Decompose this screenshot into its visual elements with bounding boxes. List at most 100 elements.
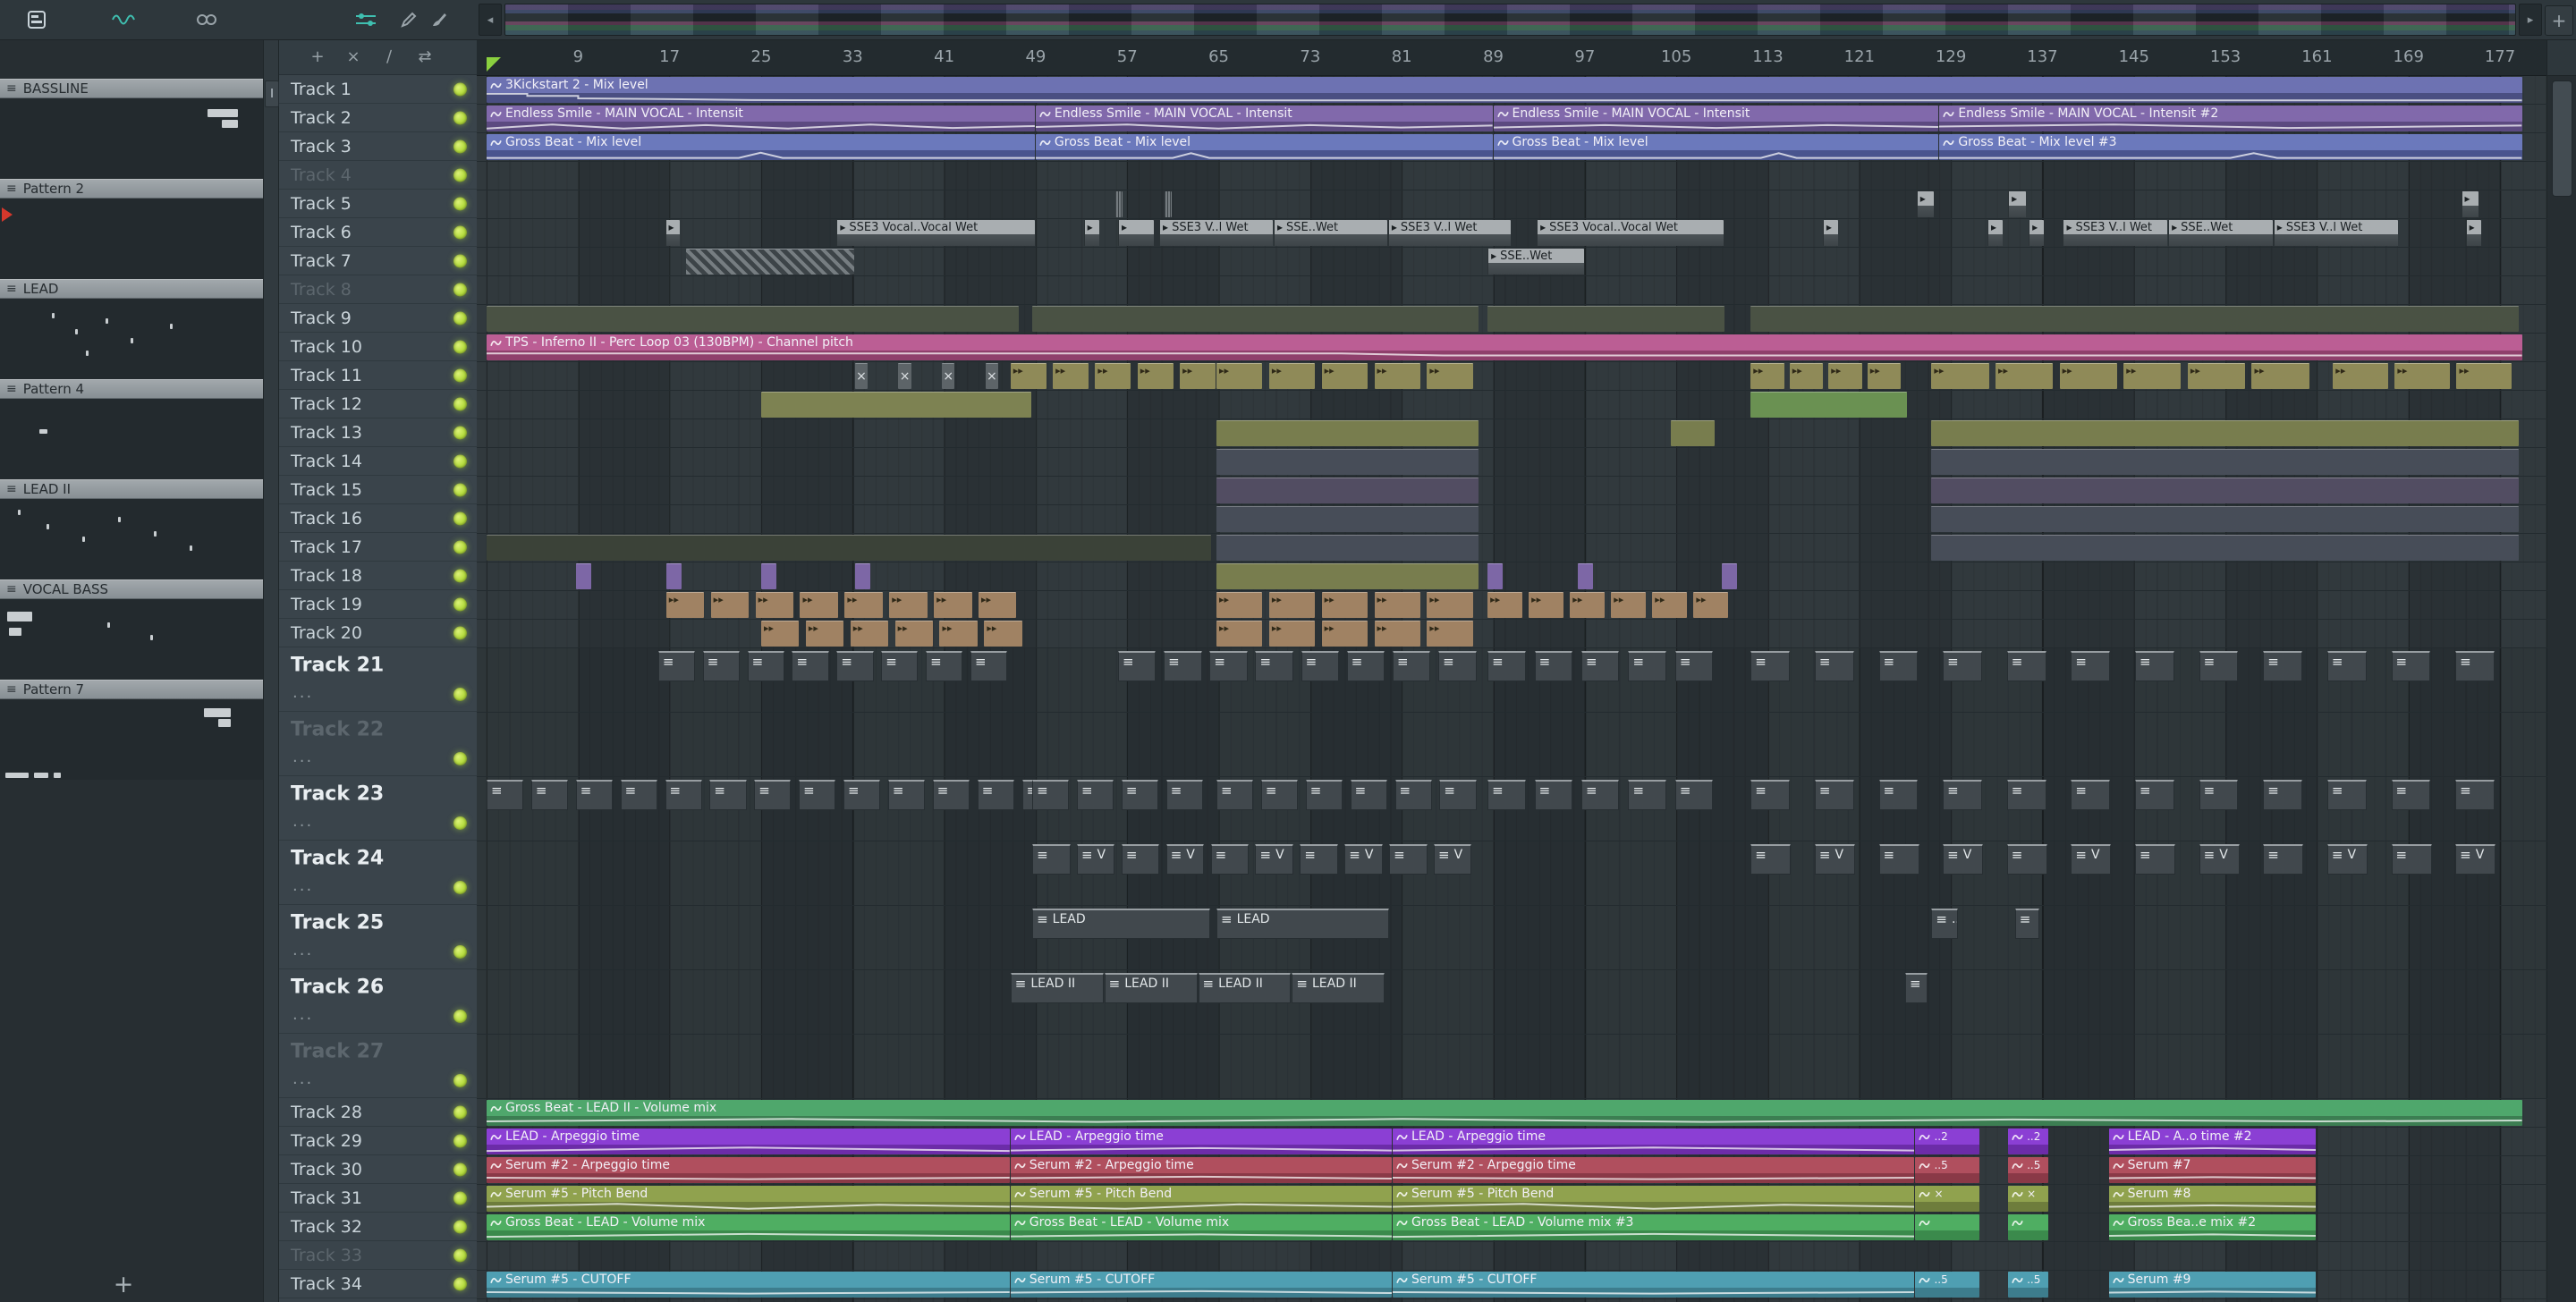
pattern-mini-clip[interactable]: ≡ [1878,651,1919,681]
pattern-entry[interactable]: ≡ LEAD II [0,479,263,579]
loop-clip[interactable]: ▸▸ [2456,363,2512,389]
automation-clip[interactable]: LEAD - Arpeggio time [1010,1129,1392,1154]
pattern-mini-clip[interactable]: ≡ [792,651,829,681]
loop-clip[interactable]: ▸▸ [2187,363,2246,389]
pattern-entry[interactable]: ≡ LEAD [0,279,263,379]
track-lane[interactable]: ≡ ≡ ≡ ≡ ≡ ≡ ≡ ≡ ≡ ≡ ≡ ≡ ≡ ≡ ≡ ≡ ≡ ≡ ≡ ≡ ≡ ≡ ≡ ≡ ≡ ≡ ≡ ≡ ≡ ≡ ≡ ≡ ≡ [477,648,2547,713]
track-lane[interactable] [477,713,2547,777]
loop-clip[interactable]: ▸▸ [850,621,889,647]
scrollbar-thumb[interactable] [2552,80,2572,197]
automation-clip[interactable]: × [1915,1186,1980,1212]
loop-clip[interactable]: ▸▸ [889,592,928,618]
track-lane[interactable] [477,448,2547,477]
pattern-mini-clip[interactable]: ≡ [1487,780,1526,810]
track-led[interactable] [453,197,467,210]
loop-clip[interactable]: ▸▸ [1570,592,1605,618]
pattern-mini-clip[interactable]: ≡ [1346,651,1385,681]
track-lane[interactable]: Gross Beat - Mix level Gross Beat - Mix l… [477,133,2547,162]
track-header[interactable]: Track 33 [279,1241,477,1270]
track-header[interactable]: Track 29 [279,1127,477,1155]
audio-clip[interactable]: ▸ [1118,220,1154,246]
pattern-clip[interactable] [1216,478,1479,503]
pattern-mini-clip[interactable]: ≡ V [1344,844,1383,875]
pattern-mini-clip[interactable]: ≡ [1581,651,1620,681]
pattern-mini-clip[interactable]: ≡ [1628,651,1666,681]
loop-clip[interactable]: ▸▸ [1095,363,1131,389]
automation-clip[interactable]: Serum #2 - Arpeggio time [1392,1157,1915,1183]
track-lane[interactable]: Serum #2 - Arpeggio time Serum #2 - Arpeg… [477,1156,2547,1185]
track-led[interactable] [453,626,467,639]
automation-clip[interactable] [1915,1214,1980,1240]
track-header[interactable]: Track 28 [279,1098,477,1127]
track-header[interactable]: Track 23... [279,776,477,841]
track-lane[interactable]: LEAD - Arpeggio time LEAD - Arpeggio time… [477,1128,2547,1156]
loop-clip[interactable]: ▸▸ [1374,621,1420,647]
automation-clip[interactable]: ..2 [2008,1129,2049,1154]
playback-start-marker[interactable] [487,57,501,72]
track-lane[interactable]: TPS - Inferno II - Perc Loop 03 (130BPM)… [477,334,2547,362]
loop-clip[interactable]: ▸▸ [984,621,1022,647]
track-lane[interactable]: 3Kickstart 2 - Mix level [477,76,2547,105]
pattern-mini-clip[interactable]: ≡ V [1165,844,1205,875]
pattern-clip[interactable] [854,563,870,589]
track-lane[interactable] [477,1242,2547,1271]
track-header[interactable]: Track 7 [279,247,477,275]
pattern-mini-clip[interactable]: ≡ V [2455,844,2496,875]
track-lane[interactable] [477,562,2547,591]
track-header[interactable]: Track 22... [279,712,477,776]
track-header[interactable]: Track 3 [279,132,477,161]
muted-clip[interactable]: × [854,363,869,389]
pattern-mini-clip[interactable]: ≡ [1438,651,1477,681]
track-header[interactable]: Track 5 [279,190,477,218]
pattern-clip[interactable] [1931,420,2519,446]
track-header[interactable]: Track 16 [279,504,477,533]
pattern-mini-clip[interactable]: ≡ [1750,780,1791,810]
pattern-mini-clip[interactable]: ≡ [665,780,702,810]
pattern-mini-clip[interactable]: ≡ [620,780,657,810]
loop-clip[interactable]: ▸▸ [894,621,934,647]
pattern-mini-clip[interactable]: ≡ [1439,780,1477,810]
scroll-right-button[interactable]: ▸ [2519,4,2542,36]
audio-clip[interactable]: ▸ [2461,191,2479,217]
track-header[interactable]: Track 26... [279,969,477,1034]
pattern-mini-clip[interactable]: ≡ [926,651,963,681]
loop-clip[interactable]: ▸▸ [800,592,838,618]
pattern-entry[interactable]: ≡ Pattern 7 [0,680,263,780]
pattern-mini-clip[interactable]: ≡ [799,780,836,810]
automation-clip[interactable]: LEAD - A..o time #2 [2108,1129,2317,1154]
track-header[interactable]: Track 8 [279,275,477,304]
pattern-mini-clip[interactable]: ≡ [1210,844,1250,875]
muted-clip[interactable]: × [942,363,955,389]
pattern-name-bar[interactable]: ≡ Pattern 4 [0,379,263,399]
loop-clip[interactable]: ▸▸ [1693,592,1728,618]
pattern-mini-clip[interactable]: ≡ [1216,780,1254,810]
pattern-mini-clip[interactable]: ≡ [1260,780,1299,810]
automation-clip[interactable]: Serum #5 - Pitch Bend [487,1186,1010,1212]
pattern-mini-clip[interactable]: ≡ [2199,780,2239,810]
automation-clip[interactable]: Gross Beat - LEAD - Volume mix [1010,1214,1392,1240]
pattern-mini-clip[interactable]: ≡ [1305,780,1343,810]
track-lane[interactable]: ▸ SSE..Wet [477,248,2547,276]
pattern-mini-clip[interactable]: ≡ V [2199,844,2240,875]
automation-clip[interactable]: ..5 [2008,1157,2049,1183]
track-led[interactable] [453,283,467,296]
loop-clip[interactable]: ▸▸ [1611,592,1646,618]
track-header[interactable]: Track 2 [279,104,477,132]
track-led[interactable] [453,82,467,96]
track-led[interactable] [453,816,467,830]
track-lane[interactable] [477,1035,2547,1099]
pattern-mini-clip[interactable]: ≡ [2326,651,2367,681]
pattern-mini-clip[interactable]: ≡ [1750,651,1791,681]
pattern-mini-clip[interactable]: ≡ [1487,651,1526,681]
automation-clip[interactable]: Serum #9 [2108,1272,2317,1298]
track-led[interactable] [453,1134,467,1147]
automation-clip[interactable]: Gross Beat - Mix level [487,134,1035,160]
marker-clip[interactable] [1115,191,1123,217]
loop-clip[interactable]: ▸▸ [1750,363,1784,389]
automation-clip[interactable]: Gross Beat - LEAD II - Volume mix [487,1100,2522,1126]
track-header[interactable]: Track 11 [279,361,477,390]
audio-clip[interactable]: ▸ SSE3 V..l Wet [1387,220,1511,246]
automation-clip[interactable]: Endless Smile - MAIN VOCAL - Intensit [1035,106,1493,131]
track-lane[interactable]: Serum #5 - Pitch Bend Serum #5 - Pitch Be… [477,1185,2547,1213]
pattern-mini-clip[interactable]: ≡ [747,651,784,681]
